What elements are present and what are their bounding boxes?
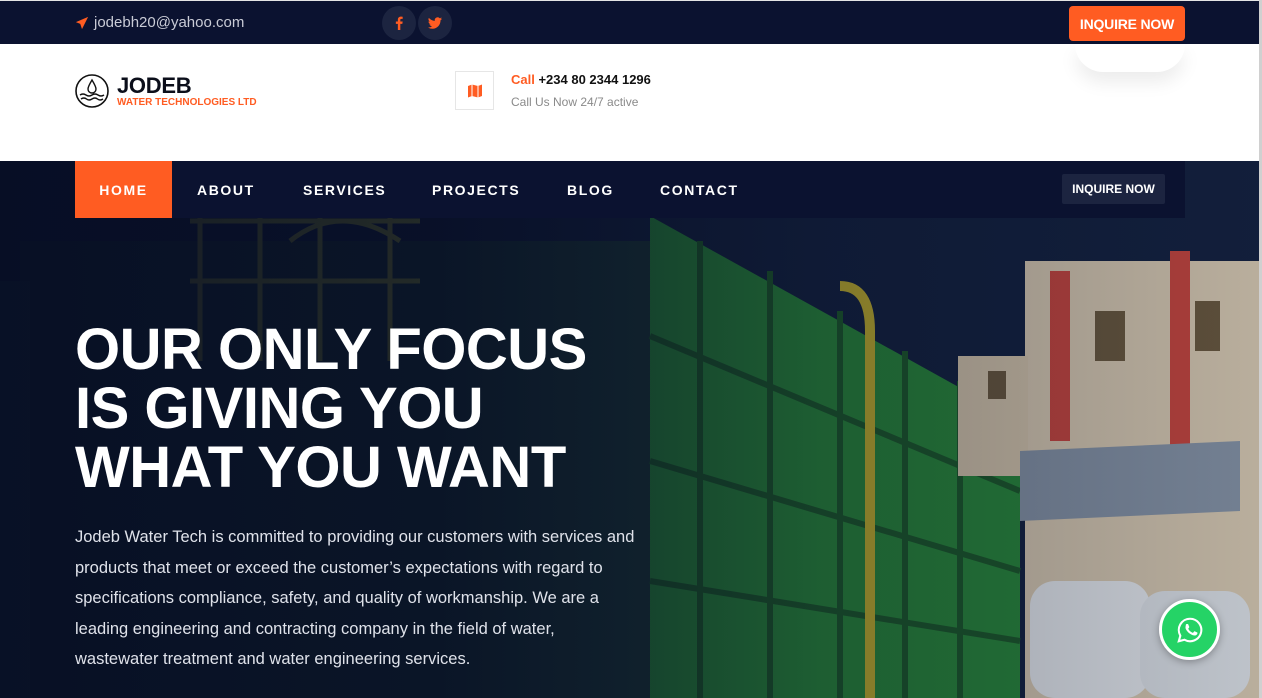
phone-number[interactable]: +234 80 2344 1296	[538, 72, 650, 87]
nav-services[interactable]: SERVICES	[303, 161, 386, 218]
headline-line-2: IS GIVING YOU	[75, 376, 484, 441]
inquire-now-button-top[interactable]: INQUIRE NOW	[1069, 6, 1185, 41]
nav-projects[interactable]: PROJECTS	[432, 161, 520, 218]
hero-headline: OUR ONLY FOCUS IS GIVING YOU WHAT YOU WA…	[75, 320, 635, 497]
nav-home[interactable]: HOME	[75, 161, 172, 218]
twitter-icon	[428, 17, 442, 29]
water-drop-logo-icon[interactable]	[75, 74, 109, 108]
twitter-button[interactable]	[418, 6, 452, 40]
phone-line[interactable]: Call +234 80 2344 1296	[511, 72, 651, 87]
email-text: jodebh20@yahoo.com	[94, 14, 245, 31]
facebook-icon	[395, 16, 403, 30]
decorative-shadow	[1075, 44, 1185, 72]
nav-about[interactable]: ABOUT	[197, 161, 255, 218]
main-nav: HOME ABOUT SERVICES PROJECTS BLOG CONTAC…	[75, 161, 1185, 218]
nav-blog[interactable]: BLOG	[567, 161, 614, 218]
map-icon	[467, 84, 482, 97]
logo-subtitle: WATER TECHNOLOGIES LTD	[117, 97, 257, 108]
email-link[interactable]: jodebh20@yahoo.com	[75, 14, 244, 31]
paper-plane-icon	[75, 16, 89, 29]
call-label: Call	[511, 72, 535, 87]
inquire-now-button-nav[interactable]: INQUIRE NOW	[1062, 174, 1165, 204]
facebook-button[interactable]	[382, 6, 416, 40]
call-availability: Call Us Now 24/7 active	[511, 95, 639, 109]
headline-line-1: OUR ONLY FOCUS	[75, 317, 587, 382]
nav-contact[interactable]: CONTACT	[660, 161, 739, 218]
hero-description: Jodeb Water Tech is committed to providi…	[75, 528, 635, 669]
whatsapp-button[interactable]	[1159, 599, 1220, 660]
header: JODEB WATER TECHNOLOGIES LTD Call +234 8…	[0, 44, 1262, 161]
whatsapp-icon	[1176, 617, 1202, 643]
logo-name[interactable]: JODEB	[117, 73, 192, 99]
headline-line-3: WHAT YOU WANT	[75, 435, 566, 500]
top-bar: jodebh20@yahoo.com INQUIRE NOW	[0, 0, 1262, 44]
map-icon-box	[455, 71, 494, 110]
